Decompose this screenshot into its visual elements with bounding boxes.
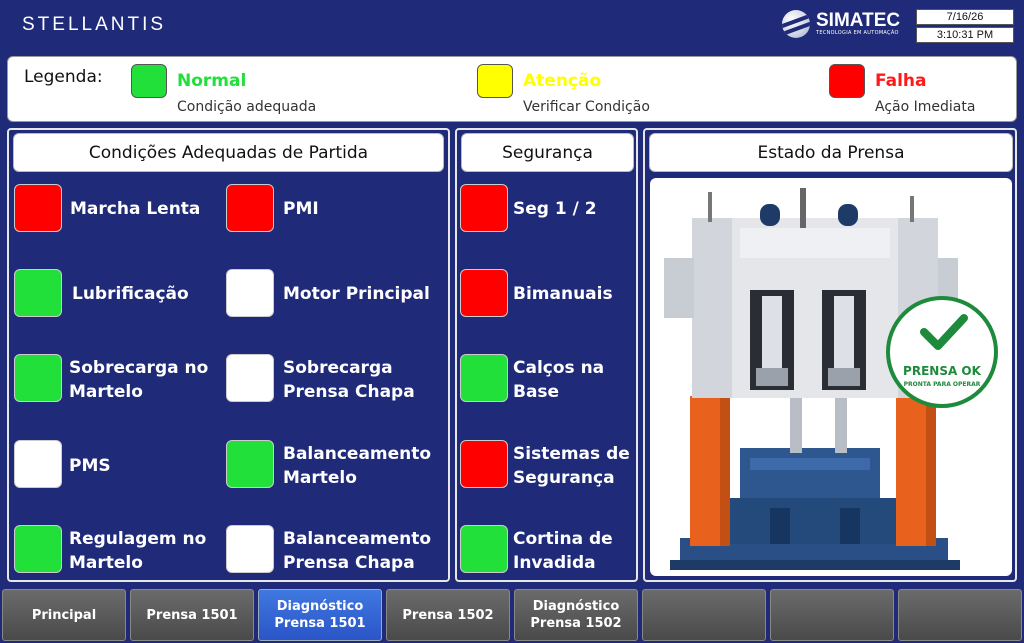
check-icon xyxy=(920,314,968,350)
indicator-balanceamento-prensa-chapa xyxy=(226,525,274,573)
press-state-panel: Estado da Prensa PRENSA OK PRONTA PARA O… xyxy=(643,128,1017,582)
legend-desc-attention: Verificar Condição xyxy=(523,99,650,115)
conditions-title: Condições Adequadas de Partida xyxy=(13,133,444,172)
legend-swatch-yellow xyxy=(477,64,513,98)
indicator-motor-principal xyxy=(226,269,274,317)
label-motor-principal: Motor Principal xyxy=(283,284,430,304)
indicator-regulagem-martelo xyxy=(14,525,62,573)
time-display: 3:10:31 PM xyxy=(916,27,1014,43)
nav-diagnostico-1502-button[interactable]: Diagnóstico Prensa 1502 xyxy=(514,589,638,641)
indicator-pmi xyxy=(226,184,274,232)
bottom-navigation: Principal Prensa 1501 Diagnóstico Prensa… xyxy=(0,587,1024,643)
indicator-pms xyxy=(14,440,62,488)
conditions-panel: Condições Adequadas de Partida Marcha Le… xyxy=(7,128,450,582)
press-state-title: Estado da Prensa xyxy=(649,133,1013,172)
indicator-sistemas-seguranca xyxy=(460,440,508,488)
legend-desc-failure: Ação Imediata xyxy=(875,99,976,115)
label-sistemas-seguranca: Sistemas de Segurança xyxy=(513,444,630,488)
label-regulagem-martelo: Regulagem no Martelo xyxy=(69,529,207,573)
vendor-name: SIMATEC xyxy=(816,10,901,31)
label-bimanuais: Bimanuais xyxy=(513,284,613,304)
nav-empty-button-2[interactable] xyxy=(770,589,894,641)
header-bar: STELLANTIS SIMATEC TECNOLOGIA EM AUTOMAÇ… xyxy=(0,0,1024,54)
legend-swatch-red xyxy=(829,64,865,98)
label-balanceamento-prensa-chapa: Balanceamento Prensa Chapa xyxy=(283,529,432,573)
label-sobrecarga-prensa-chapa: Sobrecarga Prensa Chapa xyxy=(283,358,415,402)
label-pms: PMS xyxy=(69,456,111,476)
nav-empty-button-3[interactable] xyxy=(898,589,1022,641)
label-lubrificacao: Lubrificação xyxy=(72,284,189,304)
nav-principal-button[interactable]: Principal xyxy=(2,589,126,641)
label-cortina-invadida: Cortina de Invadida xyxy=(513,529,613,573)
press-illustration-area: PRENSA OK PRONTA PARA OPERAR xyxy=(650,178,1012,576)
label-calcos-base: Calços na Base xyxy=(513,358,605,402)
legend-swatch-green xyxy=(131,64,167,98)
nav-diagnostico-1501-button[interactable]: Diagnóstico Prensa 1501 xyxy=(258,589,382,641)
legend-title: Legenda: xyxy=(24,67,103,87)
safety-panel: Segurança Seg 1 / 2 Bimanuais Calços na … xyxy=(455,128,638,582)
label-pmi: PMI xyxy=(283,199,319,219)
simatec-logo: SIMATEC TECNOLOGIA EM AUTOMAÇÃO xyxy=(782,10,900,38)
nav-prensa-1501-button[interactable]: Prensa 1501 xyxy=(130,589,254,641)
label-seg-1-2: Seg 1 / 2 xyxy=(513,199,597,219)
label-marcha-lenta: Marcha Lenta xyxy=(70,199,201,219)
safety-title: Segurança xyxy=(461,133,634,172)
indicator-calcos-base xyxy=(460,354,508,402)
legend-name-failure: Falha xyxy=(875,71,927,91)
indicator-bimanuais xyxy=(460,269,508,317)
legend-name-normal: Normal xyxy=(177,71,247,91)
label-balanceamento-martelo: Balanceamento Martelo xyxy=(283,444,432,488)
indicator-lubrificacao xyxy=(14,269,62,317)
press-ok-badge: PRENSA OK PRONTA PARA OPERAR xyxy=(886,296,998,408)
press-ok-text: PRENSA OK xyxy=(903,364,981,378)
legend-panel: Legenda: Normal Condição adequada Atençã… xyxy=(7,56,1017,122)
nav-prensa-1502-button[interactable]: Prensa 1502 xyxy=(386,589,510,641)
date-display: 7/16/26 xyxy=(916,9,1014,25)
indicator-sobrecarga-martelo xyxy=(14,354,62,402)
indicator-seg-1-2 xyxy=(460,184,508,232)
stellantis-logo: STELLANTIS xyxy=(22,14,167,35)
legend-desc-normal: Condição adequada xyxy=(177,99,317,115)
indicator-cortina-invadida xyxy=(460,525,508,573)
press-ok-subtext: PRONTA PARA OPERAR xyxy=(903,381,981,388)
legend-name-attention: Atenção xyxy=(523,71,602,91)
label-sobrecarga-martelo: Sobrecarga no Martelo xyxy=(69,358,209,402)
simatec-globe-icon xyxy=(782,10,810,38)
nav-empty-button-1[interactable] xyxy=(642,589,766,641)
indicator-marcha-lenta xyxy=(14,184,62,232)
vendor-tagline: TECNOLOGIA EM AUTOMAÇÃO xyxy=(816,30,899,36)
indicator-sobrecarga-prensa-chapa xyxy=(226,354,274,402)
indicator-balanceamento-martelo xyxy=(226,440,274,488)
